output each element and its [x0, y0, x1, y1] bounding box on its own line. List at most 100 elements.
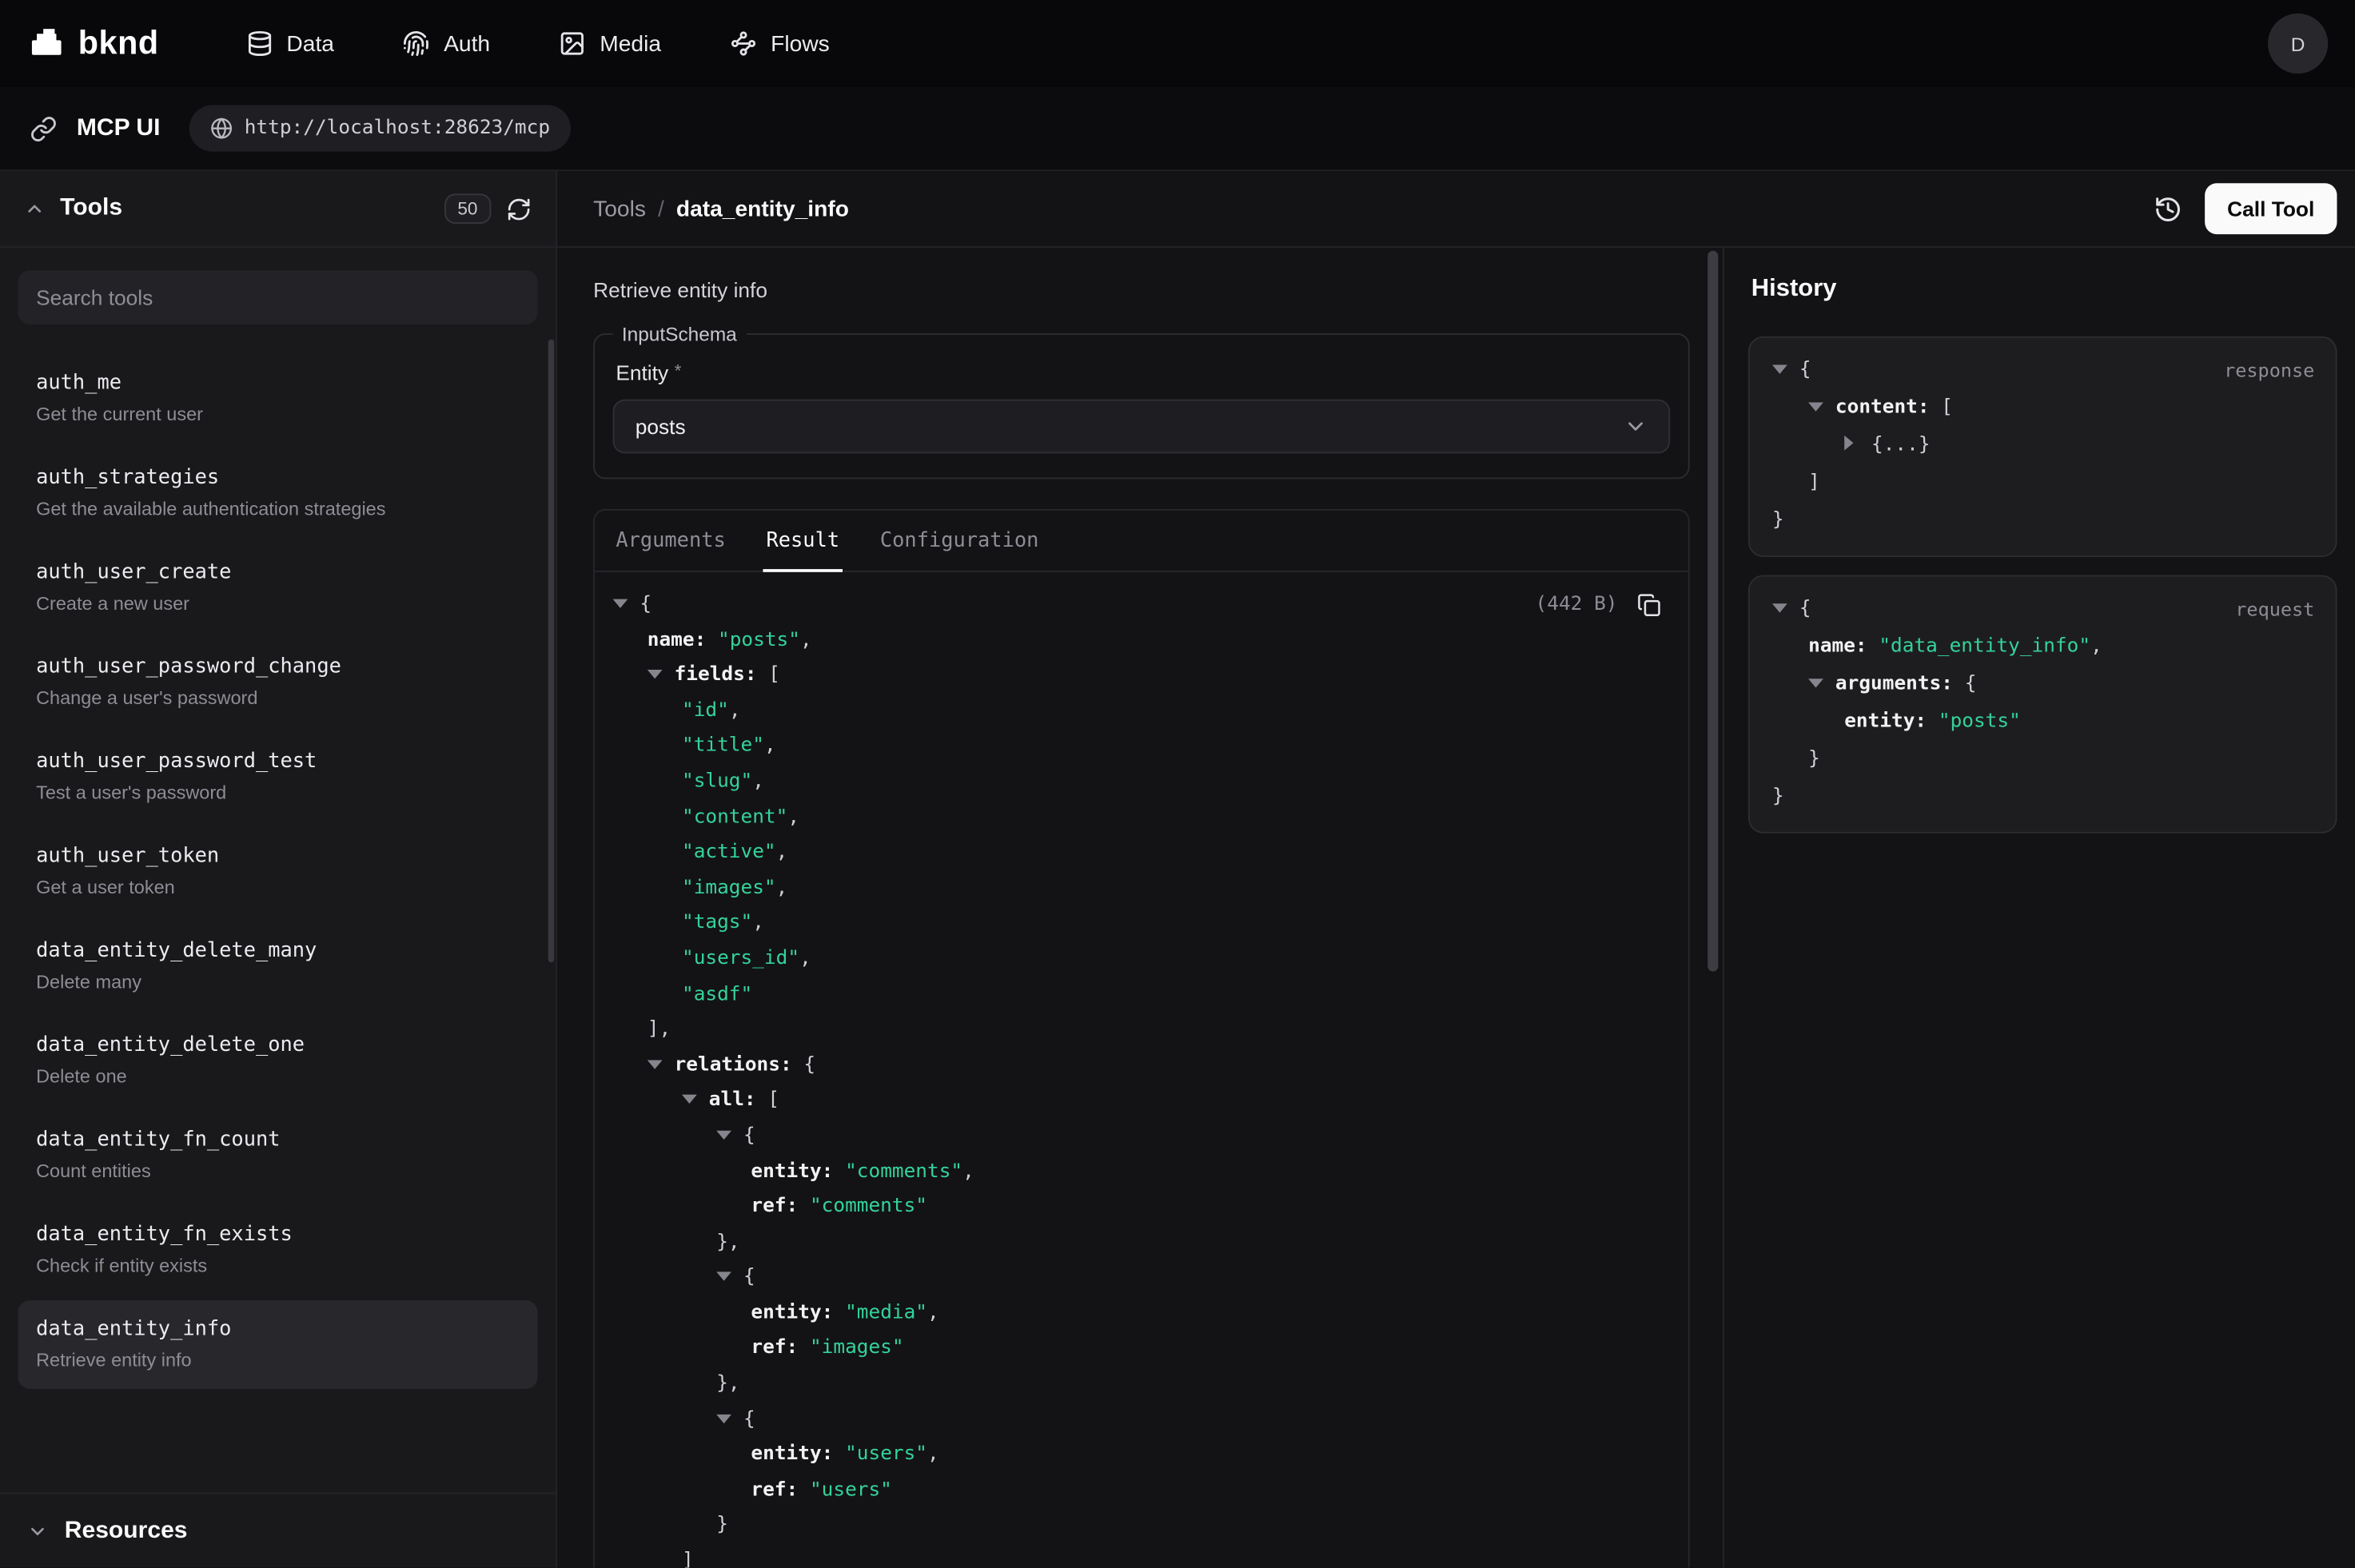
brand[interactable]: bknd	[27, 24, 159, 63]
caret-down-icon[interactable]	[682, 1083, 709, 1118]
chevron-down-icon	[1624, 415, 1648, 439]
tool-description: Check if entity exists	[36, 1256, 520, 1276]
history-button[interactable]	[2154, 194, 2182, 223]
nav-item-flows[interactable]: Flows	[730, 30, 829, 58]
tool-item-auth_user_password_test[interactable]: auth_user_password_testTest a user's pas…	[18, 733, 538, 822]
tool-item-data_entity_fn_count[interactable]: data_entity_fn_countCount entities	[18, 1111, 538, 1200]
request-json-tree: {requestname: "data_entity_info",argumen…	[1772, 590, 2314, 815]
mcp-title: MCP UI	[77, 115, 161, 142]
tool-detail-panel: Retrieve entity info InputSchema Entity*…	[557, 248, 1723, 1567]
call-tool-button[interactable]: Call Tool	[2205, 183, 2337, 234]
tool-item-auth_user_create[interactable]: auth_user_create Create a new user	[18, 543, 538, 632]
mcp-bar: MCP UI http://localhost:28623/mcp	[0, 87, 2355, 171]
caret-down-icon[interactable]	[648, 1048, 675, 1083]
json-line: }	[613, 1508, 1680, 1543]
json-line: name: "data_entity_info",	[1772, 627, 2314, 665]
tool-item-auth_me[interactable]: auth_meGet the current user	[18, 354, 538, 443]
history-response-card[interactable]: {responsecontent: [{...}]}	[1748, 336, 2337, 557]
top-nav: bknd Data Auth Media	[0, 0, 2355, 87]
json-line: "active",	[613, 835, 1680, 870]
json-line: {	[613, 1260, 1680, 1295]
tools-count-badge: 50	[444, 193, 491, 224]
caret-down-icon[interactable]	[716, 1260, 743, 1295]
json-line: fields: [	[613, 658, 1680, 693]
nav-item-media[interactable]: Media	[560, 30, 661, 58]
tool-name: data_entity_delete_many	[36, 938, 520, 962]
json-line: ],	[613, 1013, 1680, 1048]
tab-result[interactable]: Result	[763, 511, 843, 571]
tools-list: auth_meGet the current userauth_strategi…	[18, 324, 538, 1395]
workflow-icon	[730, 30, 757, 58]
caret-down-icon[interactable]	[1808, 389, 1835, 427]
nav-item-label: Flows	[771, 31, 830, 57]
json-line: {	[613, 1402, 1680, 1437]
nav-item-label: Auth	[444, 31, 490, 57]
json-line: ]	[613, 1543, 1680, 1567]
breadcrumb-root[interactable]: Tools	[593, 196, 646, 221]
tool-name: auth_user_password_change	[36, 655, 520, 679]
tool-item-auth_user_token[interactable]: auth_user_token Get a user token	[18, 827, 538, 916]
history-title: History	[1751, 275, 2337, 304]
caret-down-icon[interactable]	[1808, 665, 1835, 702]
breadcrumb-current: data_entity_info	[676, 196, 849, 221]
tool-description: Delete many	[36, 972, 520, 993]
json-line: {	[613, 1119, 1680, 1154]
sidebar-scrollbar[interactable]	[548, 340, 555, 963]
tools-section-title: Tools	[60, 195, 122, 222]
breadcrumb-separator: /	[658, 196, 664, 221]
content-region: Tools / data_entity_info Call Tool Re	[557, 171, 2355, 1567]
json-line: "images",	[613, 870, 1680, 905]
tool-item-data_entity_info[interactable]: data_entity_infoRetrieve entity info	[18, 1300, 538, 1389]
user-avatar[interactable]: D	[2268, 14, 2328, 74]
tool-item-data_entity_delete_many[interactable]: data_entity_delete_many Delete many	[18, 922, 538, 1011]
json-line: ]	[1772, 464, 2314, 502]
tool-item-data_entity_fn_exists[interactable]: data_entity_fn_existsCheck if entity exi…	[18, 1206, 538, 1295]
caret-down-icon[interactable]	[613, 587, 640, 623]
history-icon	[2154, 194, 2182, 223]
tool-description: Create a new user	[36, 593, 520, 614]
refresh-tools-button[interactable]	[506, 196, 532, 221]
json-line: {response	[1772, 352, 2314, 389]
input-schema-legend: InputSchema	[613, 323, 746, 345]
caret-down-icon[interactable]	[648, 658, 675, 693]
json-line: content: [	[1772, 389, 2314, 427]
tool-item-auth_strategies[interactable]: auth_strategiesGet the available authent…	[18, 449, 538, 538]
header-actions: Call Tool	[2154, 183, 2337, 234]
entity-field-label: Entity*	[616, 360, 1667, 384]
tool-name: auth_user_create	[36, 560, 520, 584]
history-request-card[interactable]: {requestname: "data_entity_info",argumen…	[1748, 575, 2337, 834]
tab-arguments[interactable]: Arguments	[613, 511, 729, 571]
entity-select[interactable]: posts	[613, 400, 1671, 454]
nav-item-data[interactable]: Data	[246, 30, 334, 58]
search-tools-input[interactable]	[18, 270, 538, 324]
mcp-url-pill[interactable]: http://localhost:28623/mcp	[189, 105, 571, 152]
json-line: }	[1772, 778, 2314, 815]
tool-description: Get a user token	[36, 877, 520, 897]
caret-down-icon[interactable]	[716, 1119, 743, 1154]
tool-name: auth_user_password_test	[36, 750, 520, 774]
json-line: }	[1772, 740, 2314, 778]
refresh-icon	[506, 196, 532, 221]
tool-header: Tools / data_entity_info Call Tool	[557, 171, 2355, 248]
json-line: "tags",	[613, 906, 1680, 941]
caret-right-icon[interactable]	[1844, 427, 1871, 464]
tool-item-data_entity_delete_one[interactable]: data_entity_delete_oneDelete one	[18, 1017, 538, 1105]
json-line: ref: "images"	[613, 1331, 1680, 1367]
json-line: {	[613, 587, 1680, 623]
resources-section-header[interactable]: Resources	[0, 1493, 556, 1568]
primary-nav: Data Auth Media Flows	[246, 30, 830, 58]
json-line: entity: "media",	[613, 1295, 1680, 1331]
caret-down-icon[interactable]	[716, 1402, 743, 1437]
result-json-tree: {name: "posts",fields: ["id","title","sl…	[613, 587, 1680, 1568]
required-mark: *	[675, 360, 682, 381]
tab-configuration[interactable]: Configuration	[877, 511, 1042, 571]
tools-panel: auth_meGet the current userauth_strategi…	[0, 248, 556, 1493]
globe-icon	[210, 117, 233, 140]
main-scrollbar[interactable]	[1707, 251, 1718, 972]
tools-section-header[interactable]: Tools 50	[0, 171, 556, 248]
caret-down-icon[interactable]	[1772, 590, 1799, 627]
tool-name: auth_user_token	[36, 844, 520, 868]
caret-down-icon[interactable]	[1772, 352, 1799, 389]
tool-item-auth_user_password_change[interactable]: auth_user_password_changeChange a user's…	[18, 639, 538, 727]
nav-item-auth[interactable]: Auth	[403, 30, 490, 58]
